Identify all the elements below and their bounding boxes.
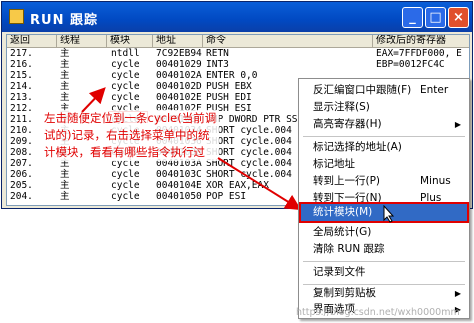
mouse-cursor-icon: [383, 205, 395, 223]
menu-item-log-to-file[interactable]: 记录到文件: [301, 264, 467, 281]
menu-item-clear-run-trace[interactable]: 清除 RUN 跟踪: [301, 241, 467, 258]
shortcut-enter: Enter: [420, 84, 449, 96]
menu-item-mark-selected-address[interactable]: 标记选择的地址(A): [301, 139, 467, 156]
menu-separator: [303, 136, 465, 137]
submenu-arrow-icon: ▶: [454, 120, 461, 129]
menu-separator: [303, 261, 465, 262]
menu-item-global-statistics[interactable]: 全局统计(G): [301, 224, 467, 241]
menu-item-mark-address[interactable]: 标记地址: [301, 156, 467, 173]
context-menu: 反汇编窗口中跟随(F) Enter 显示注释(S) 高亮寄存器(H) ▶ 标记选择的…: [298, 78, 470, 319]
submenu-arrow-icon: ▶: [454, 289, 461, 298]
menu-item-show-comments[interactable]: 显示注释(S): [301, 99, 467, 116]
menu-item-goto-previous[interactable]: 转到上一行(P) Minus: [301, 173, 467, 190]
arrow-to-stats-menu: [217, 157, 302, 211]
watermark: https://blog.csdn.net/wxh0000mm: [296, 307, 460, 318]
arrow-to-cycle-row: [81, 87, 106, 113]
shortcut-minus: Minus: [420, 175, 451, 187]
menu-item-copy-to-clipboard[interactable]: 复制到剪贴板 ▶: [301, 285, 467, 302]
menu-item-follow-in-disassembler[interactable]: 反汇编窗口中跟随(F) Enter: [301, 82, 467, 99]
menu-item-highlight-registers[interactable]: 高亮寄存器(H) ▶: [301, 116, 467, 133]
